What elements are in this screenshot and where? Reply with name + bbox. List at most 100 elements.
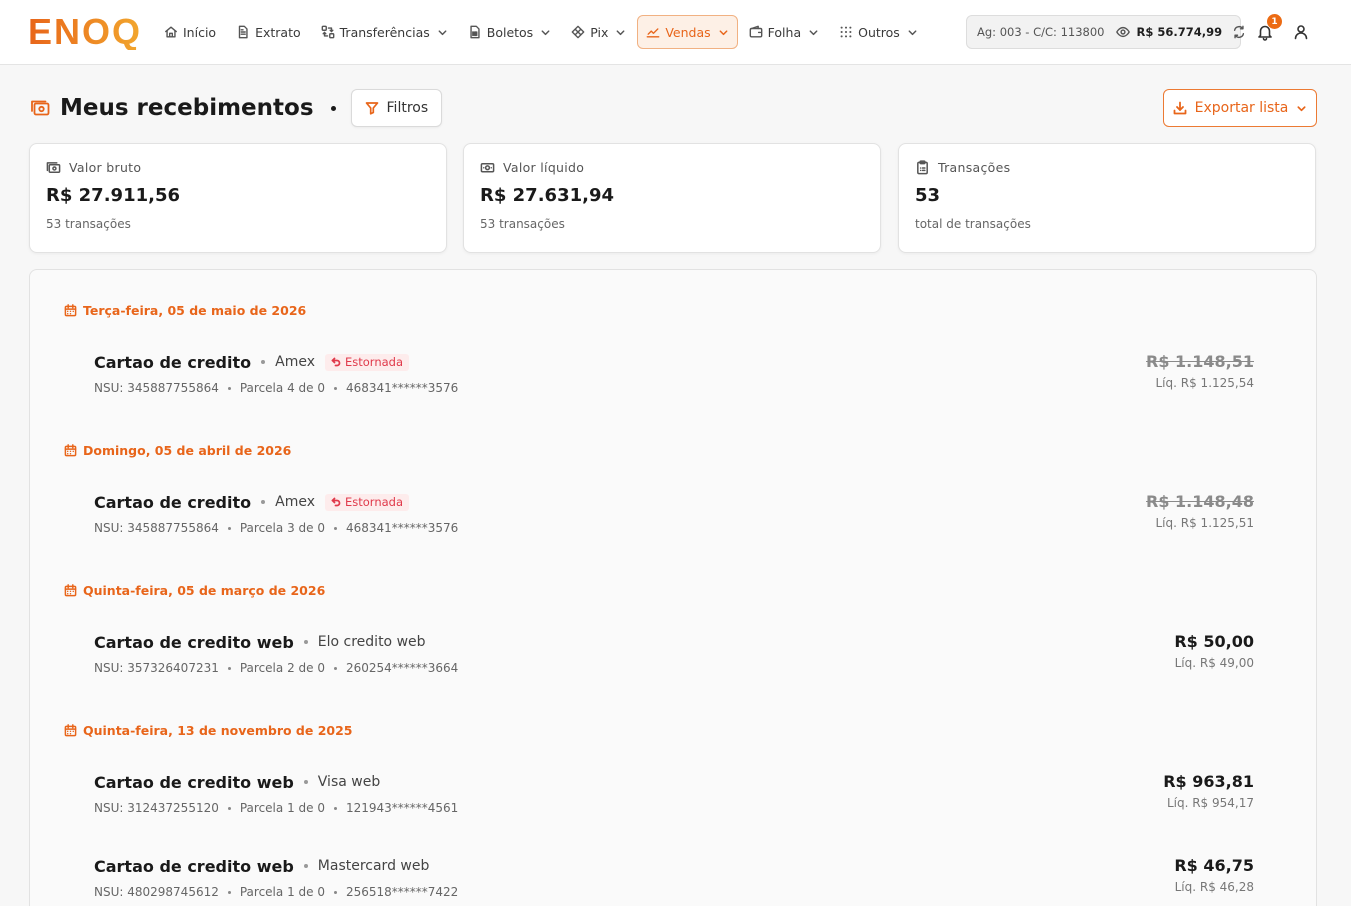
- status-badge: Estornada: [325, 493, 410, 511]
- date-label: Terça-feira, 05 de maio de 2026: [83, 303, 307, 318]
- nav-label-folha: Folha: [767, 24, 802, 40]
- card-label: Valor bruto: [69, 160, 142, 175]
- account-info: Ag: 003 - C/C: 113800: [977, 25, 1105, 39]
- enoq-logo[interactable]: ENOQ: [28, 14, 142, 50]
- card-value: R$ 27.631,94: [480, 185, 614, 206]
- separator-dot: [333, 666, 337, 670]
- card-value: R$ 27.911,56: [46, 185, 180, 206]
- date-group-header: Terça-feira, 05 de maio de 2026: [64, 303, 306, 318]
- filters-label: Filtros: [386, 100, 429, 116]
- calendar-icon: [64, 304, 77, 317]
- receipts-list: Terça-feira, 05 de maio de 2026 Cartao d…: [29, 269, 1317, 906]
- status-badge: Estornada: [325, 353, 410, 371]
- separator-dot: [227, 666, 231, 670]
- user-icon: [1294, 25, 1308, 40]
- switch-account-icon[interactable]: [1232, 25, 1246, 39]
- export-list-button[interactable]: Exportar lista: [1163, 89, 1317, 127]
- pix-icon: [571, 25, 585, 39]
- date-label: Quinta-feira, 13 de novembro de 2025: [83, 723, 353, 738]
- masked-card-number: 468341******3576: [345, 381, 459, 395]
- chevron-down-icon: [908, 29, 917, 35]
- card-subtext: total de transações: [915, 217, 1031, 231]
- nav-item-extrato[interactable]: Extrato: [227, 15, 310, 49]
- download-icon: [1173, 101, 1187, 115]
- nav-label-outros: Outros: [858, 24, 900, 40]
- main-nav: Início Extrato Transferências Boletos Pi…: [155, 15, 927, 49]
- money-icon: [46, 162, 61, 173]
- separator-dot: [227, 806, 231, 810]
- gross-amount: R$ 50,00: [1174, 632, 1254, 651]
- user-menu-button[interactable]: [1292, 23, 1310, 41]
- separator-dot: [261, 500, 266, 504]
- nsu-number: NSU: 312437255120: [94, 801, 219, 815]
- transaction-title: Cartao de credito web: [94, 772, 294, 792]
- banknote-icon: [480, 163, 495, 173]
- separator-dot: [333, 386, 337, 390]
- card-brand: Amex: [275, 354, 315, 370]
- transaction-row[interactable]: Cartao de credito web Elo credito web NS…: [94, 631, 1254, 683]
- chevron-down-icon: [616, 29, 625, 35]
- card-transactions: Transações 53 total de transações: [898, 143, 1316, 253]
- status-label: Estornada: [345, 495, 404, 509]
- card-brand: Amex: [275, 494, 315, 510]
- card-brand: Elo credito web: [317, 634, 426, 650]
- nsu-number: NSU: 345887755864: [94, 381, 219, 395]
- eye-icon[interactable]: [1116, 25, 1131, 39]
- nav-item-outros[interactable]: Outros: [830, 15, 927, 49]
- filters-button[interactable]: Filtros: [350, 89, 443, 127]
- notification-badge: 1: [1267, 14, 1282, 29]
- net-amount: Líq. R$ 46,28: [1174, 880, 1254, 894]
- transaction-title: Cartao de credito web: [94, 856, 294, 876]
- nsu-number: NSU: 345887755864: [94, 521, 219, 535]
- nav-item-inicio[interactable]: Início: [155, 15, 225, 49]
- net-amount: Líq. R$ 1.125,51: [1155, 516, 1255, 530]
- installment: Parcela 1 de 0: [239, 801, 325, 815]
- gross-amount: R$ 46,75: [1174, 856, 1254, 875]
- nav-item-folha[interactable]: Folha: [740, 15, 828, 49]
- transaction-title: Cartao de credito web: [94, 632, 294, 652]
- calendar-icon: [64, 724, 77, 737]
- nav-item-transferencias[interactable]: Transferências: [312, 15, 457, 49]
- status-label: Estornada: [345, 355, 404, 369]
- separator-dot: [227, 386, 231, 390]
- separator-dot: [261, 360, 266, 364]
- transaction-row[interactable]: Cartao de credito web Visa web NSU: 3124…: [94, 771, 1254, 823]
- wallet-icon: [749, 25, 763, 38]
- transaction-title: Cartao de credito: [94, 492, 252, 512]
- grid-dots-icon: [840, 26, 852, 38]
- chevron-down-icon: [719, 29, 728, 35]
- chevron-down-icon: [438, 29, 447, 35]
- page-header: Meus recebimentos Filtros: [30, 89, 443, 127]
- export-label: Exportar lista: [1194, 100, 1289, 116]
- chart-line-icon: [646, 28, 660, 38]
- nav-item-boletos[interactable]: Boletos: [459, 15, 560, 49]
- separator-dot: [227, 526, 231, 530]
- gross-amount: R$ 1.148,48: [1146, 492, 1254, 511]
- account-balance: R$ 56.774,99: [1136, 25, 1223, 39]
- receipts-icon: [30, 97, 52, 119]
- transaction-row[interactable]: Cartao de credito Amex Estornada NSU: 34…: [94, 351, 1254, 403]
- card-label: Transações: [938, 160, 1011, 175]
- account-selector[interactable]: Ag: 003 - C/C: 113800 R$ 56.774,99: [966, 15, 1245, 49]
- gross-amount: R$ 1.148,51: [1146, 352, 1254, 371]
- transaction-row[interactable]: Cartao de credito web Mastercard web NSU…: [94, 855, 1254, 906]
- card-label: Valor líquido: [503, 160, 585, 175]
- date-label: Quinta-feira, 05 de março de 2026: [83, 583, 326, 598]
- transaction-title: Cartao de credito: [94, 352, 252, 372]
- nsu-number: NSU: 480298745612: [94, 885, 219, 899]
- separator-dot: [303, 864, 308, 868]
- installment: Parcela 1 de 0: [239, 885, 325, 899]
- masked-card-number: 121943******4561: [345, 801, 459, 815]
- barcode-document-icon: [470, 25, 480, 39]
- separator-dot: [330, 105, 336, 111]
- date-group-header: Domingo, 05 de abril de 2026: [64, 443, 291, 458]
- nav-label-vendas: Vendas: [665, 24, 711, 40]
- nav-item-vendas[interactable]: Vendas: [637, 15, 738, 49]
- nav-label-inicio: Início: [183, 24, 217, 40]
- date-label: Domingo, 05 de abril de 2026: [83, 443, 292, 458]
- separator-dot: [333, 806, 337, 810]
- card-brand: Mastercard web: [317, 858, 430, 874]
- nav-item-pix[interactable]: Pix: [562, 15, 635, 49]
- separator-dot: [303, 640, 308, 644]
- transaction-row[interactable]: Cartao de credito Amex Estornada NSU: 34…: [94, 491, 1254, 543]
